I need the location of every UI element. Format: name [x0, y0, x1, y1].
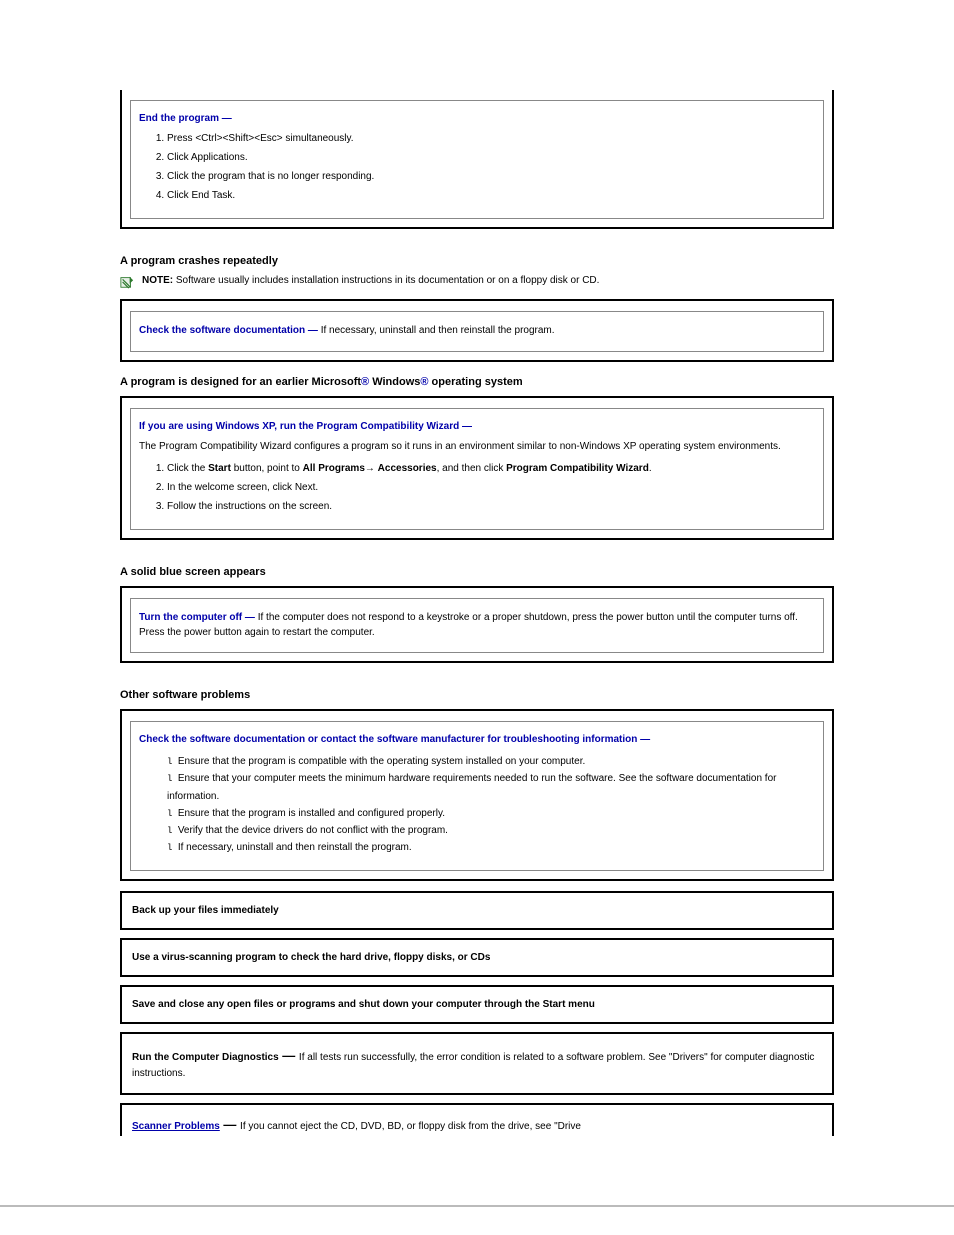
row-lead: Run the Computer Diagnostics [132, 1052, 279, 1063]
note-body: Software usually includes installation i… [176, 275, 600, 286]
bullet: Ensure that your computer meets the mini… [167, 770, 815, 804]
page: End the program — Press <Ctrl><Shift><Es… [0, 0, 954, 1235]
registered-mark-icon: ® [420, 376, 428, 388]
inner-box: If you are using Windows XP, run the Pro… [130, 408, 824, 531]
content-area: End the program — Press <Ctrl><Shift><Es… [0, 0, 954, 1164]
steps-list: Press <Ctrl><Shift><Esc> simultaneously.… [153, 130, 815, 204]
inner-box: Turn the computer off — If the computer … [130, 598, 824, 653]
lead-row: If you are using Windows XP, run the Pro… [139, 421, 815, 432]
row-box-virus-scan: Use a virus-scanning program to check th… [120, 938, 834, 977]
row-box-backup: Back up your files immediately [120, 891, 834, 930]
instruction-box-turn-off: Turn the computer off — If the computer … [120, 586, 834, 663]
row-text: Back up your files immediately [132, 905, 279, 916]
step: Press <Ctrl><Shift><Esc> simultaneously. [167, 130, 815, 147]
note-text: NOTE: Software usually includes installa… [142, 275, 599, 286]
step: Follow the instructions on the screen. [167, 498, 815, 515]
footer-rule [0, 1205, 954, 1207]
instruction-box-compat-wizard: If you are using Windows XP, run the Pro… [120, 396, 834, 541]
inner-box: Check the software documentation — If ne… [130, 311, 824, 352]
lead-text: End the program — [139, 113, 232, 124]
bullet: Verify that the device drivers do not co… [167, 822, 815, 839]
lead-text: Turn the computer off — [139, 612, 255, 623]
heading-blue-screen: A solid blue screen appears [120, 566, 834, 578]
row-tail: If you cannot eject the CD, DVD, BD, or … [240, 1121, 581, 1132]
lead-text: Check the software documentation or cont… [139, 734, 650, 745]
step: Click the Start button, point to All Pro… [167, 460, 815, 477]
row-tail1: If all tests run successfully, the error… [299, 1052, 673, 1063]
instruction-box-end-program: End the program — Press <Ctrl><Shift><Es… [120, 90, 834, 229]
registered-mark-icon: ® [361, 376, 369, 388]
step: Click Applications. [167, 149, 815, 166]
instruction-lead: End the program — [139, 113, 815, 124]
instruction-box-contact-manufacturer: Check the software documentation or cont… [120, 709, 834, 881]
bullet: Ensure that the program is installed and… [167, 805, 815, 822]
heading-other-problems: Other software problems [120, 689, 834, 701]
bullet: Ensure that the program is compatible wi… [167, 753, 815, 770]
lead-text: If you are using Windows XP, run the Pro… [139, 421, 472, 432]
row-box-scanner: Scanner Problems — If you cannot eject t… [120, 1103, 834, 1136]
scanner-problems-link[interactable]: Scanner Problems [132, 1121, 220, 1132]
bullet: If necessary, uninstall and then reinsta… [167, 839, 815, 856]
bullet-list: Ensure that the program is compatible wi… [153, 753, 815, 856]
steps-list: Click the Start button, point to All Pro… [153, 460, 815, 515]
heading-crash: A program crashes repeatedly [120, 255, 834, 267]
para-text: The Program Compatibility Wizard configu… [139, 440, 815, 455]
note-label: NOTE: [142, 275, 173, 286]
row-box-diagnostics: Run the Computer Diagnostics — If all te… [120, 1032, 834, 1095]
row-text: Save and close any open files or program… [132, 999, 595, 1010]
heading-part2: Windows [369, 376, 420, 388]
lead-row: Check the software documentation or cont… [139, 734, 815, 745]
tail-text: If necessary, uninstall and then reinsta… [321, 325, 555, 336]
row-text: Use a virus-scanning program to check th… [132, 952, 490, 963]
instruction-box-check-docs: Check the software documentation — If ne… [120, 299, 834, 362]
step-text: Click the Start button, point to All Pro… [167, 463, 652, 474]
inner-box: Check the software documentation or cont… [130, 721, 824, 871]
heading-earlier-os: A program is designed for an earlier Mic… [120, 376, 834, 388]
step: Click End Task. [167, 187, 815, 204]
note-row: NOTE: Software usually includes installa… [120, 275, 834, 289]
step: In the welcome screen, click Next. [167, 479, 815, 496]
row-link-placeholder[interactable]: Drivers [672, 1052, 704, 1063]
inner-box: End the program — Press <Ctrl><Shift><Es… [130, 100, 824, 219]
step: Click the program that is no longer resp… [167, 168, 815, 185]
lead-text: Check the software documentation — [139, 325, 318, 336]
row-box-save-close: Save and close any open files or program… [120, 985, 834, 1024]
dash: — [220, 1117, 240, 1132]
note-icon [120, 275, 134, 289]
heading-part1: A program is designed for an earlier Mic… [120, 376, 361, 388]
dash: — [279, 1048, 299, 1063]
heading-part3: operating system [429, 376, 523, 388]
